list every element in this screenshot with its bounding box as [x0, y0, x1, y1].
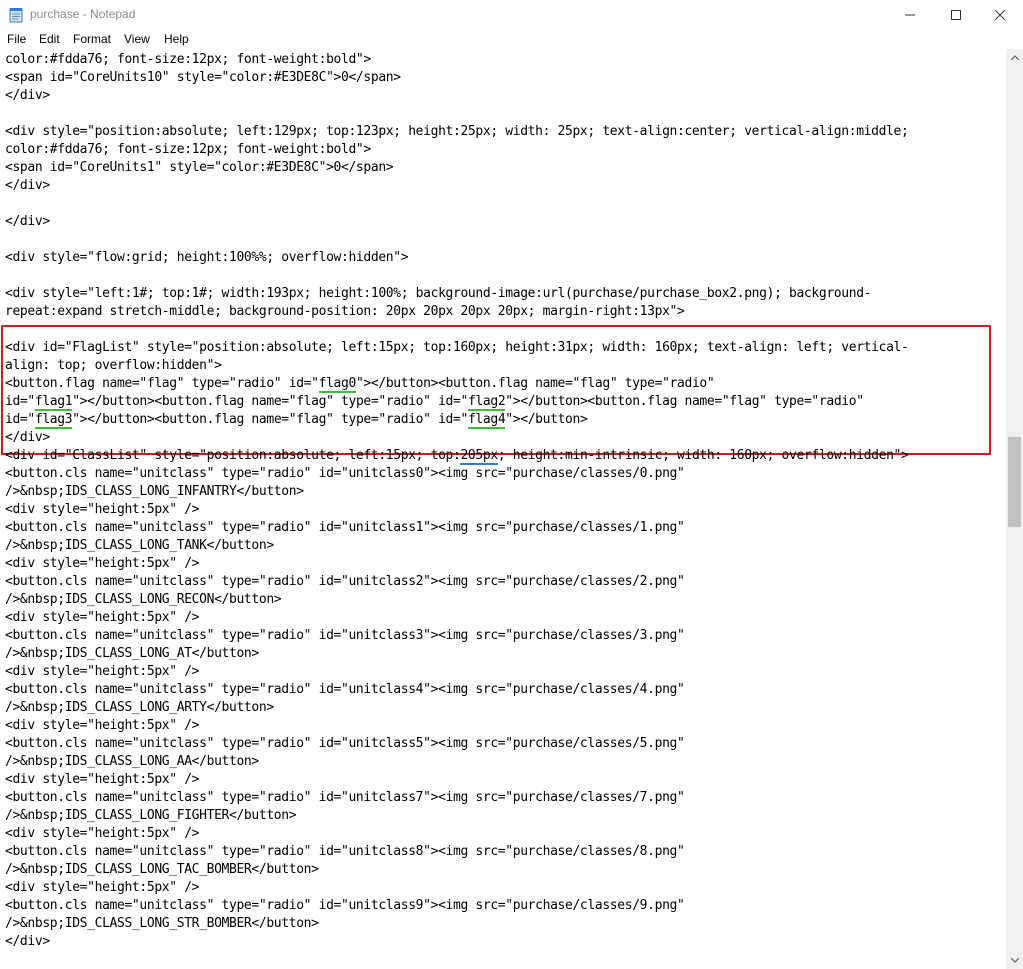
- text-line: align: top; overflow:hidden">: [5, 358, 222, 373]
- minimize-button[interactable]: [887, 0, 933, 30]
- menu-file[interactable]: File: [7, 32, 26, 46]
- text-line: <button.cls name="unitclass" type="radio…: [5, 844, 685, 859]
- text-line: />&nbsp;IDS_CLASS_LONG_STR_BOMBER</butto…: [5, 916, 319, 931]
- text-line: <button.cls name="unitclass" type="radio…: [5, 898, 685, 913]
- text-line: <div style="height:5px" />: [5, 772, 200, 787]
- underlined-token: flag0: [318, 376, 356, 393]
- text-line: />&nbsp;IDS_CLASS_LONG_TAC_BOMBER</butto…: [5, 862, 319, 877]
- vertical-scrollbar[interactable]: [1006, 49, 1023, 969]
- underlined-token: flag1: [34, 394, 73, 411]
- text-line: <div style="height:5px" />: [5, 880, 200, 895]
- underlined-token: flag3: [34, 412, 73, 429]
- underlined-token: flag4: [467, 412, 506, 429]
- text-line: color:#fdda76; font-size:12px; font-weig…: [5, 52, 371, 67]
- title-bar: purchase - Notepad: [0, 0, 1023, 30]
- menu-help[interactable]: Help: [164, 32, 189, 46]
- menu-edit[interactable]: Edit: [39, 32, 60, 46]
- text-line: id="flag3"></button><button.flag name="f…: [5, 412, 588, 429]
- text-line: />&nbsp;IDS_CLASS_LONG_INFANTRY</button>: [5, 484, 304, 499]
- text-line: />&nbsp;IDS_CLASS_LONG_FIGHTER</button>: [5, 808, 297, 823]
- menu-view[interactable]: View: [124, 32, 150, 46]
- text-line: <span id="CoreUnits1" style="color:#E3DE…: [5, 160, 394, 175]
- text-line: <div style="height:5px" />: [5, 502, 200, 517]
- text-line: repeat:expand stretch-middle; background…: [5, 304, 685, 319]
- window-title: purchase - Notepad: [30, 7, 136, 21]
- maximize-button[interactable]: [933, 0, 979, 30]
- text-line: <button.flag name="flag" type="radio" id…: [5, 376, 715, 393]
- text-editor[interactable]: color:#fdda76; font-size:12px; font-weig…: [0, 49, 1006, 969]
- text-line: </div>: [5, 214, 50, 229]
- text-line: </div>: [5, 430, 50, 445]
- text-line: <div style="height:5px" />: [5, 826, 200, 841]
- text-line: </div>: [5, 88, 50, 103]
- text-line: <div style="left:1#; top:1#; width:193px…: [5, 286, 872, 301]
- text-line: id="flag1"></button><button.flag name="f…: [5, 394, 864, 411]
- text-line: <div style="height:5px" />: [5, 610, 200, 625]
- close-button[interactable]: [977, 0, 1023, 30]
- text-line: <div style="height:5px" />: [5, 718, 200, 733]
- text-line: </div>: [5, 178, 50, 193]
- text-line: <button.cls name="unitclass" type="radio…: [5, 736, 685, 751]
- text-line: color:#fdda76; font-size:12px; font-weig…: [5, 142, 371, 157]
- text-line: <button.cls name="unitclass" type="radio…: [5, 520, 685, 535]
- underlined-token: 205px: [460, 448, 498, 465]
- underlined-token: flag2: [467, 394, 506, 411]
- chevron-down-icon: [1010, 958, 1019, 963]
- chevron-up-icon: [1010, 55, 1019, 60]
- scroll-thumb[interactable]: [1008, 437, 1021, 527]
- text-line: />&nbsp;IDS_CLASS_LONG_ARTY</button>: [5, 700, 274, 715]
- text-line: />&nbsp;IDS_CLASS_LONG_AT</button>: [5, 646, 259, 661]
- maximize-icon: [951, 10, 961, 20]
- notepad-icon: [9, 8, 23, 23]
- text-line: <div style="height:5px" />: [5, 664, 200, 679]
- text-line: <div id="ClassList" style="position:abso…: [5, 448, 909, 465]
- menu-format[interactable]: Format: [73, 32, 111, 46]
- minimize-icon: [905, 14, 915, 16]
- text-line: </div>: [5, 934, 50, 949]
- menu-bar: File Edit Format View Help: [0, 30, 1023, 49]
- scroll-down-arrow[interactable]: [1006, 952, 1023, 969]
- text-line: />&nbsp;IDS_CLASS_LONG_TANK</button>: [5, 538, 274, 553]
- text-line: <div style="height:5px" />: [5, 556, 200, 571]
- scroll-up-arrow[interactable]: [1006, 49, 1023, 66]
- text-line: <button.cls name="unitclass" type="radio…: [5, 574, 685, 589]
- text-line: <button.cls name="unitclass" type="radio…: [5, 628, 685, 643]
- text-line: <span id="CoreUnits10" style="color:#E3D…: [5, 70, 401, 85]
- text-line: />&nbsp;IDS_CLASS_LONG_RECON</button>: [5, 592, 282, 607]
- text-line: />&nbsp;IDS_CLASS_LONG_AA</button>: [5, 754, 259, 769]
- text-line: <button.cls name="unitclass" type="radio…: [5, 466, 685, 481]
- close-icon: [995, 10, 1005, 20]
- text-line: <button.cls name="unitclass" type="radio…: [5, 682, 685, 697]
- text-line: <button.cls name="unitclass" type="radio…: [5, 790, 685, 805]
- text-line: <div style="position:absolute; left:129p…: [5, 124, 909, 139]
- text-line: <div id="FlagList" style="position:absol…: [5, 340, 909, 355]
- text-line: <div style="flow:grid; height:100%%; ove…: [5, 250, 409, 265]
